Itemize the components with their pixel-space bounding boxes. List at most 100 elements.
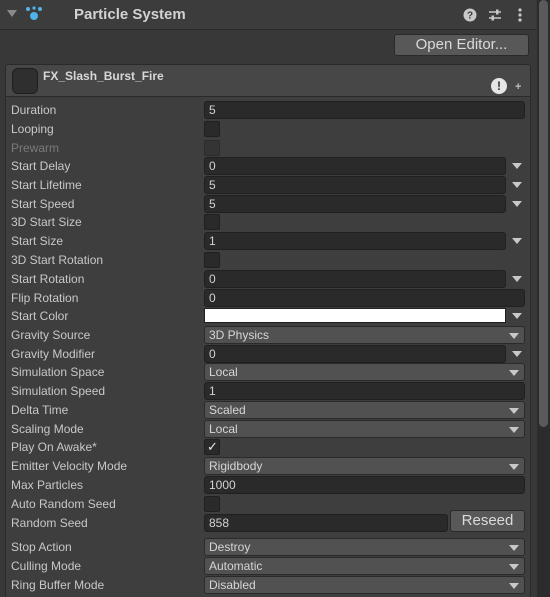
3d-start-rotation-label: 3D Start Rotation xyxy=(11,253,104,267)
simulation-space-value: Local xyxy=(209,365,238,379)
svg-text:?: ? xyxy=(467,11,473,22)
simulation-space-dropdown[interactable]: Local xyxy=(204,363,525,381)
row-ring-buffer-mode: Ring Buffer Mode Disabled xyxy=(0,576,550,595)
simulation-speed-field[interactable]: 1 xyxy=(204,382,525,400)
module-icon xyxy=(12,68,38,94)
row-start-lifetime: Start Lifetime 5 xyxy=(0,176,550,195)
row-max-particles: Max Particles 1000 xyxy=(0,476,550,495)
row-simulation-speed: Simulation Speed 1 xyxy=(0,382,550,401)
start-rotation-mode-dropdown-icon[interactable] xyxy=(512,276,522,282)
gravity-modifier-mode-dropdown-icon[interactable] xyxy=(512,351,522,357)
start-lifetime-mode-dropdown-icon[interactable] xyxy=(512,182,522,188)
chevron-down-icon xyxy=(509,564,519,570)
start-speed-mode-dropdown-icon[interactable] xyxy=(512,201,522,207)
chevron-down-icon xyxy=(509,370,519,376)
start-delay-field[interactable]: 0 xyxy=(204,157,506,175)
component-header[interactable]: Particle System ? xyxy=(0,0,536,30)
gravity-source-label: Gravity Source xyxy=(11,328,91,342)
gravity-modifier-field[interactable]: 0 xyxy=(204,345,506,363)
chevron-down-icon xyxy=(509,408,519,414)
start-lifetime-field[interactable]: 5 xyxy=(204,176,506,194)
scaling-mode-value: Local xyxy=(209,422,238,436)
looping-checkbox[interactable] xyxy=(204,121,220,137)
flip-rotation-field[interactable]: 0 xyxy=(204,289,525,307)
row-delta-time: Delta Time Scaled xyxy=(0,401,550,420)
duration-label: Duration xyxy=(11,103,57,117)
max-particles-field[interactable]: 1000 xyxy=(204,476,525,494)
stop-action-label: Stop Action xyxy=(11,540,72,554)
ring-buffer-mode-value: Disabled xyxy=(209,578,256,592)
row-random-seed: Random Seed 858 Reseed xyxy=(0,510,550,533)
looping-label: Looping xyxy=(11,122,54,136)
3d-start-size-checkbox[interactable] xyxy=(204,214,220,230)
gravity-modifier-label: Gravity Modifier xyxy=(11,347,96,361)
start-color-mode-dropdown-icon[interactable] xyxy=(512,313,522,319)
add-module-icon[interactable]: + xyxy=(515,81,521,93)
row-duration: Duration 5 xyxy=(0,101,550,120)
emitter-velocity-mode-dropdown[interactable]: Rigidbody xyxy=(204,457,525,475)
more-options-icon[interactable] xyxy=(511,6,529,24)
chevron-down-icon xyxy=(509,583,519,589)
help-icon[interactable]: ? xyxy=(461,6,479,24)
chevron-down-icon xyxy=(509,427,519,433)
chevron-down-icon xyxy=(509,333,519,339)
start-rotation-field[interactable]: 0 xyxy=(204,270,506,288)
delta-time-value: Scaled xyxy=(209,403,246,417)
random-seed-label: Random Seed xyxy=(11,516,88,530)
scaling-mode-dropdown[interactable]: Local xyxy=(204,420,525,438)
3d-start-rotation-checkbox[interactable] xyxy=(204,252,220,268)
row-gravity-modifier: Gravity Modifier 0 xyxy=(0,345,550,364)
start-speed-field[interactable]: 5 xyxy=(204,195,506,213)
row-scaling-mode: Scaling Mode Local xyxy=(0,420,550,439)
duration-field[interactable]: 5 xyxy=(204,101,525,119)
3d-start-size-label: 3D Start Size xyxy=(11,215,82,229)
gravity-source-dropdown[interactable]: 3D Physics xyxy=(204,326,525,344)
simulation-speed-label: Simulation Speed xyxy=(11,384,106,398)
culling-mode-dropdown[interactable]: Automatic xyxy=(204,557,525,575)
prewarm-checkbox xyxy=(204,140,220,156)
stop-action-dropdown[interactable]: Destroy xyxy=(204,538,525,556)
auto-random-seed-label: Auto Random Seed xyxy=(11,497,116,511)
row-3d-start-size: 3D Start Size xyxy=(0,213,550,232)
prewarm-label: Prewarm xyxy=(11,141,60,155)
start-size-label: Start Size xyxy=(11,234,64,248)
row-play-on-awake: Play On Awake* ✓ xyxy=(0,438,550,457)
max-particles-label: Max Particles xyxy=(11,478,84,492)
row-start-color: Start Color xyxy=(0,307,550,326)
simulation-space-label: Simulation Space xyxy=(11,365,105,379)
row-culling-mode: Culling Mode Automatic xyxy=(0,557,550,576)
ring-buffer-mode-dropdown[interactable]: Disabled xyxy=(204,576,525,594)
delta-time-dropdown[interactable]: Scaled xyxy=(204,401,525,419)
presets-icon[interactable] xyxy=(486,6,504,24)
play-on-awake-checkbox[interactable]: ✓ xyxy=(204,439,220,455)
reseed-button[interactable]: Reseed xyxy=(450,510,525,532)
row-start-rotation: Start Rotation 0 xyxy=(0,270,550,289)
row-simulation-space: Simulation Space Local xyxy=(0,363,550,382)
start-color-swatch[interactable] xyxy=(204,308,506,323)
row-flip-rotation: Flip Rotation 0 xyxy=(0,289,550,308)
row-looping: Looping xyxy=(0,120,550,139)
row-3d-start-rotation: 3D Start Rotation xyxy=(0,251,550,270)
culling-mode-label: Culling Mode xyxy=(11,559,82,573)
row-start-delay: Start Delay 0 xyxy=(0,157,550,176)
row-start-speed: Start Speed 5 xyxy=(0,195,550,214)
auto-random-seed-checkbox[interactable] xyxy=(204,496,220,512)
start-lifetime-label: Start Lifetime xyxy=(11,178,82,192)
random-seed-field[interactable]: 858 xyxy=(204,514,448,532)
module-title: FX_Slash_Burst_Fire xyxy=(43,69,164,83)
start-delay-mode-dropdown-icon[interactable] xyxy=(512,163,522,169)
emitter-velocity-mode-label: Emitter Velocity Mode xyxy=(11,459,128,473)
gravity-source-value: 3D Physics xyxy=(209,328,270,342)
row-start-size: Start Size 1 xyxy=(0,232,550,251)
row-prewarm: Prewarm xyxy=(0,139,550,158)
emitter-velocity-mode-value: Rigidbody xyxy=(209,459,263,473)
foldout-arrow-icon[interactable] xyxy=(7,10,17,17)
warning-icon[interactable]: ! xyxy=(491,78,507,94)
start-size-mode-dropdown-icon[interactable] xyxy=(512,238,522,244)
open-editor-button[interactable]: Open Editor... xyxy=(394,34,529,56)
stop-action-value: Destroy xyxy=(209,540,251,554)
main-module-header[interactable]: FX_Slash_Burst_Fire ! + xyxy=(5,64,531,97)
chevron-down-icon xyxy=(509,545,519,551)
start-size-field[interactable]: 1 xyxy=(204,232,506,250)
ring-buffer-mode-label: Ring Buffer Mode xyxy=(11,578,105,592)
